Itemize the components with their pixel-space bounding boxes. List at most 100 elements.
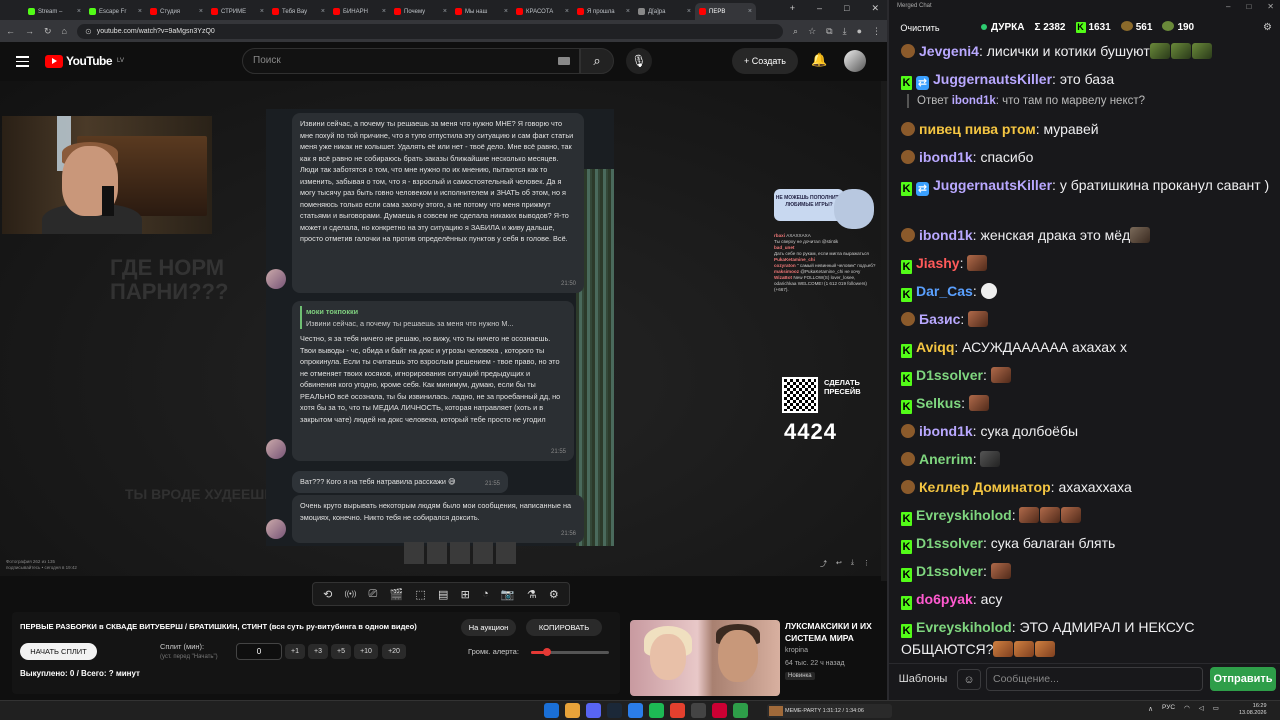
battery-icon[interactable]: ▭ bbox=[1213, 704, 1219, 712]
recommended-channel[interactable]: kropina bbox=[785, 647, 808, 654]
chat-username[interactable]: Evreyskiholod bbox=[916, 619, 1012, 635]
tab-close-icon[interactable]: × bbox=[260, 8, 264, 15]
share-icon[interactable]: ⤴ bbox=[820, 559, 827, 569]
wifi-icon[interactable]: ◠ bbox=[1184, 704, 1190, 712]
browser-tab[interactable]: Почему × bbox=[390, 3, 451, 20]
gear-icon[interactable]: ⚙ bbox=[549, 588, 559, 601]
chat-username[interactable]: D1ssolver bbox=[916, 535, 983, 551]
start-split-button[interactable]: НАЧАТЬ СПЛИТ bbox=[20, 643, 97, 660]
discord-icon[interactable] bbox=[586, 703, 601, 718]
chat-username[interactable]: пивец пива ртом bbox=[919, 121, 1036, 137]
alert-volume-knob[interactable] bbox=[542, 648, 551, 656]
browser-tab[interactable]: Escape Fr × bbox=[85, 3, 146, 20]
chat-username[interactable]: D1ssolver bbox=[916, 563, 983, 579]
bookmark-star-icon[interactable]: ☆ bbox=[808, 26, 816, 37]
video-player[interactable]: ГДЕ НОРМ ПАРНИ??? ТЫ ВРОДЕ ХУДЕЕШЬ Извин… bbox=[0, 81, 887, 576]
menu-hamburger-icon[interactable] bbox=[16, 56, 29, 70]
app-icon[interactable] bbox=[691, 703, 706, 718]
tab-close-icon[interactable]: × bbox=[687, 8, 691, 15]
telegram-icon[interactable] bbox=[628, 703, 643, 718]
clock[interactable]: 16:29 13.08.2026 bbox=[1239, 703, 1267, 717]
youtube-logo[interactable]: YouTube LV bbox=[45, 54, 124, 68]
extensions-icon[interactable]: ⧉ bbox=[826, 26, 832, 37]
chat-username[interactable]: D1ssolver bbox=[916, 367, 983, 383]
account-avatar[interactable] bbox=[844, 50, 866, 72]
broadcast-icon[interactable]: ((•)) bbox=[345, 591, 357, 598]
copy-button[interactable]: КОПИРОВАТЬ bbox=[526, 619, 602, 636]
profile-icon[interactable]: ● bbox=[857, 26, 862, 36]
site-info-icon[interactable]: ⊙ bbox=[85, 27, 92, 36]
chat-username[interactable]: Selkus bbox=[916, 395, 961, 411]
flask-icon[interactable]: ⚗ bbox=[527, 588, 537, 601]
keyboard-icon[interactable] bbox=[558, 57, 570, 65]
split-minutes-input[interactable]: 0 bbox=[236, 643, 282, 660]
tab-close-icon[interactable]: × bbox=[504, 8, 508, 15]
maximize-icon[interactable]: □ bbox=[844, 3, 849, 14]
chat-username[interactable]: JuggernautsKiller bbox=[933, 71, 1052, 87]
browser-tab[interactable]: ПЕРВ × bbox=[695, 3, 756, 20]
chat-username[interactable]: Evreyskiholod bbox=[916, 507, 1012, 523]
voice-search-button[interactable]: 🎙 bbox=[626, 48, 652, 74]
home-icon[interactable]: ⌂ bbox=[62, 26, 67, 36]
menu-icon[interactable]: ⋮ bbox=[872, 26, 881, 37]
tray-chevron-icon[interactable]: ∧ bbox=[1148, 705, 1153, 713]
reload-icon[interactable]: ↻ bbox=[44, 26, 52, 37]
tab-close-icon[interactable]: × bbox=[199, 8, 203, 15]
cast-icon[interactable]: ⎚ bbox=[369, 588, 378, 601]
youtube-app-icon[interactable] bbox=[712, 703, 727, 718]
crop-icon[interactable]: ⬚ bbox=[415, 588, 425, 601]
close-icon[interactable]: ✕ bbox=[871, 3, 879, 14]
notifications-bell-icon[interactable]: 🔔 bbox=[811, 52, 827, 68]
more-icon[interactable]: ⋮ bbox=[863, 559, 870, 569]
windows-start-icon[interactable] bbox=[544, 703, 559, 718]
tab-close-icon[interactable]: × bbox=[565, 8, 569, 15]
chat-username[interactable]: do6pyak bbox=[916, 591, 973, 607]
reply-icon[interactable]: ↩ bbox=[836, 559, 842, 569]
camera-icon[interactable]: 📷 bbox=[501, 588, 515, 601]
search-button[interactable]: ⌕ bbox=[580, 48, 614, 74]
url-field[interactable]: ⊙ youtube.com/watch?v=9aMgsn3YzQ0 bbox=[76, 23, 784, 39]
message-input[interactable]: Сообщение... bbox=[986, 667, 1203, 691]
tab-close-icon[interactable]: × bbox=[443, 8, 447, 15]
tab-close-icon[interactable]: × bbox=[748, 8, 752, 15]
chat-username[interactable]: ibond1k bbox=[919, 423, 973, 439]
split-increment-button[interactable]: +1 bbox=[285, 644, 305, 659]
back-icon[interactable]: ← bbox=[6, 26, 15, 36]
chat-app-icon[interactable] bbox=[733, 703, 748, 718]
chat-username[interactable]: JuggernautsKiller bbox=[933, 177, 1052, 193]
split-increment-button[interactable]: +10 bbox=[354, 644, 378, 659]
auction-button[interactable]: На аукцион bbox=[461, 619, 516, 636]
chat-username[interactable]: Келлер Доминатор bbox=[919, 479, 1051, 495]
split-increment-button[interactable]: +3 bbox=[308, 644, 328, 659]
recommended-thumbnail[interactable] bbox=[630, 620, 780, 696]
film-icon[interactable]: ▤ bbox=[438, 588, 448, 601]
media-widget[interactable]: MEME-PARTY 1:31:12 / 1:34:06 bbox=[767, 704, 892, 718]
volume-icon[interactable]: ◁ bbox=[1199, 704, 1204, 712]
chat-username[interactable]: Базис bbox=[919, 311, 960, 327]
clear-button[interactable]: Очистить bbox=[894, 20, 946, 37]
browser-tab[interactable]: Мы наш × bbox=[451, 3, 512, 20]
gauge-icon[interactable]: ◔ bbox=[482, 588, 489, 600]
maximize-icon[interactable]: □ bbox=[1246, 2, 1251, 11]
minimize-icon[interactable]: – bbox=[817, 3, 822, 14]
forward-icon[interactable]: → bbox=[25, 26, 34, 36]
browser-tab[interactable]: Д[а]ра × bbox=[634, 3, 695, 20]
chat-username[interactable]: Aviqq bbox=[916, 339, 954, 355]
templates-button[interactable]: Шаблоны bbox=[896, 669, 950, 690]
browser-tab[interactable]: Я прошла × bbox=[573, 3, 634, 20]
spotify-icon[interactable] bbox=[649, 703, 664, 718]
minimize-icon[interactable]: – bbox=[1226, 2, 1230, 11]
emoji-button[interactable]: ☺ bbox=[957, 669, 981, 690]
browser-tab[interactable]: КРАСОТА × bbox=[512, 3, 573, 20]
plus-box-icon[interactable]: ⊞ bbox=[461, 588, 470, 601]
send-button[interactable]: Отправить bbox=[1210, 667, 1276, 691]
chat-username[interactable]: Jiashy bbox=[916, 255, 960, 271]
split-increment-button[interactable]: +20 bbox=[382, 644, 406, 659]
tab-close-icon[interactable]: × bbox=[77, 8, 81, 15]
tab-close-icon[interactable]: × bbox=[321, 8, 325, 15]
browser-tab[interactable]: Тебя Вау × bbox=[268, 3, 329, 20]
tab-close-icon[interactable]: × bbox=[626, 8, 630, 15]
browser-tab[interactable]: СТРИМЕ × bbox=[207, 3, 268, 20]
browser-tab[interactable]: Студия × bbox=[146, 3, 207, 20]
close-icon[interactable]: ✕ bbox=[1267, 2, 1274, 11]
